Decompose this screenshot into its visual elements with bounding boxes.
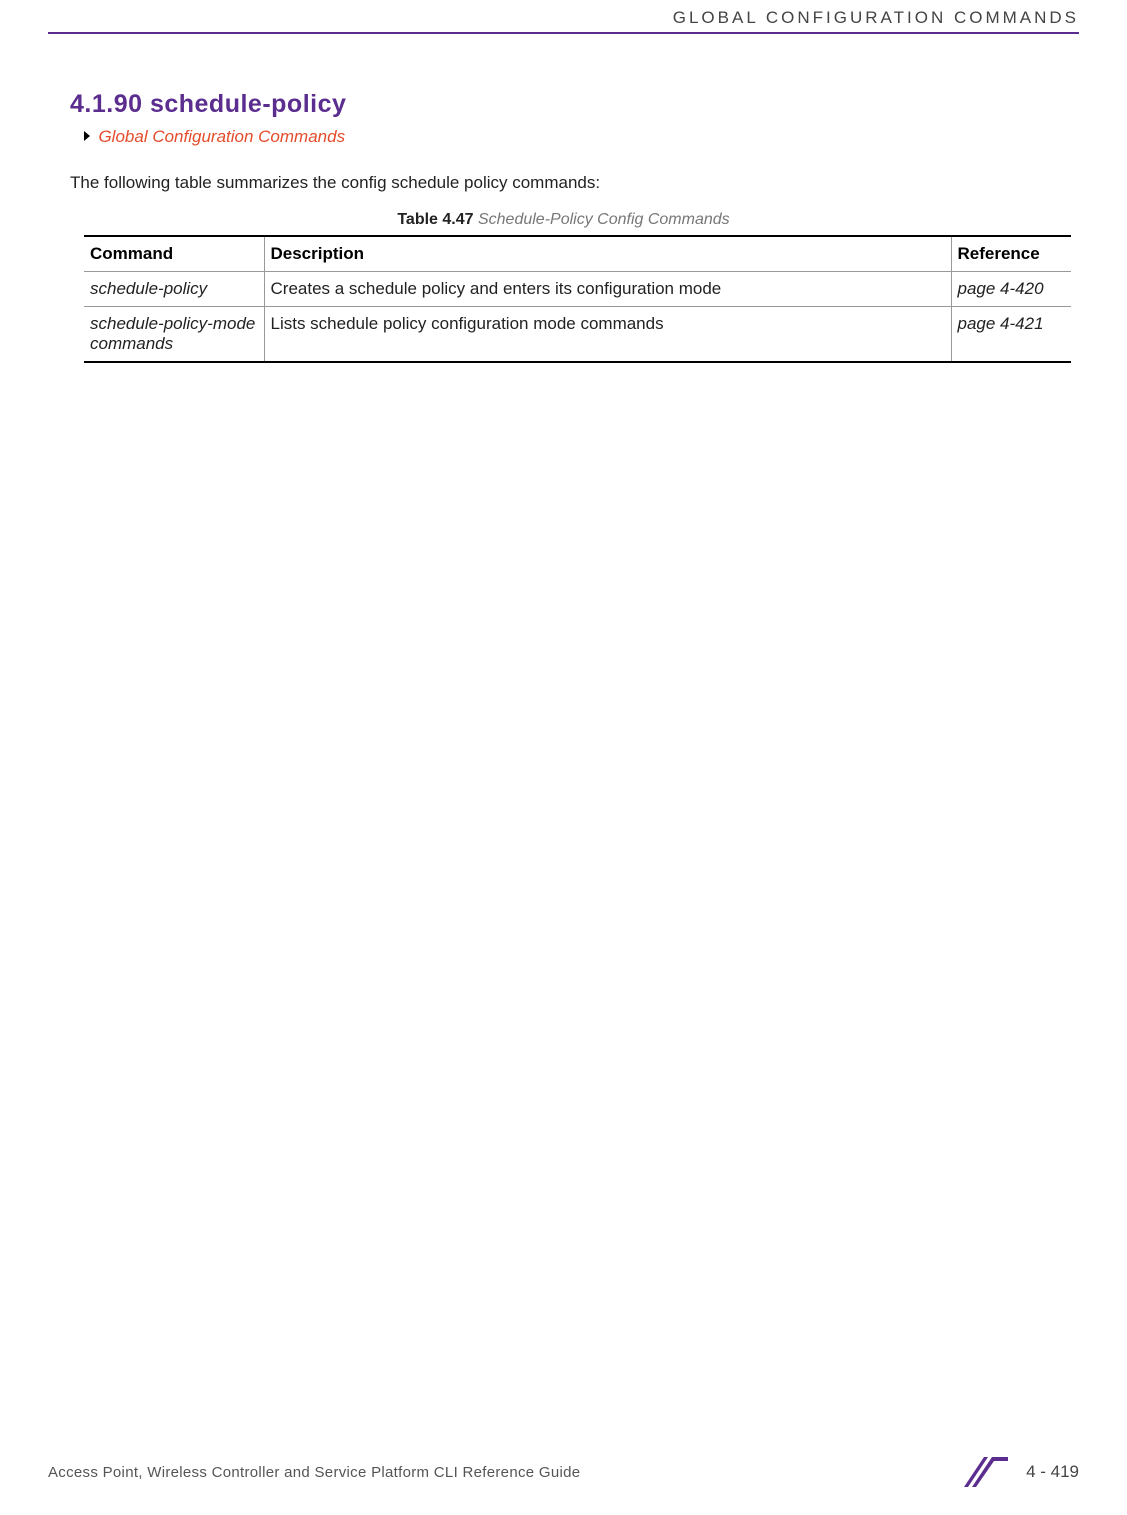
breadcrumb-link[interactable]: Global Configuration Commands	[98, 127, 345, 146]
page-header-category: GLOBAL CONFIGURATION COMMANDS	[0, 0, 1127, 32]
caret-right-icon	[84, 131, 90, 141]
page-number: 4 - 419	[1026, 1462, 1079, 1482]
table-row: schedule-policy Creates a schedule polic…	[84, 272, 1071, 307]
description-cell: Creates a schedule policy and enters its…	[264, 272, 951, 307]
table-row: schedule-policy-mode commands Lists sche…	[84, 307, 1071, 363]
brand-flag-icon	[964, 1457, 1008, 1487]
table-caption-title: Schedule-Policy Config Commands	[478, 211, 730, 228]
page-footer: Access Point, Wireless Controller and Se…	[48, 1457, 1079, 1487]
table-header-row: Command Description Reference	[84, 236, 1071, 272]
reference-cell[interactable]: page 4-420	[951, 272, 1071, 307]
footer-right: 4 - 419	[964, 1457, 1079, 1487]
description-cell: Lists schedule policy configuration mode…	[264, 307, 951, 363]
command-cell[interactable]: schedule-policy	[84, 272, 264, 307]
table-caption: Table 4.47 Schedule-Policy Config Comman…	[70, 211, 1057, 229]
section-heading: 4.1.90 schedule-policy	[70, 90, 1057, 119]
content-area: 4.1.90 schedule-policy Global Configurat…	[0, 34, 1127, 363]
command-cell[interactable]: schedule-policy-mode commands	[84, 307, 264, 363]
commands-table: Command Description Reference schedule-p…	[84, 235, 1071, 363]
intro-paragraph: The following table summarizes the confi…	[70, 173, 1057, 193]
footer-doc-title: Access Point, Wireless Controller and Se…	[48, 1464, 580, 1481]
table-header-command: Command	[84, 236, 264, 272]
table-caption-label: Table 4.47	[397, 211, 473, 228]
table-header-description: Description	[264, 236, 951, 272]
breadcrumb: Global Configuration Commands	[84, 127, 1057, 147]
reference-cell[interactable]: page 4-421	[951, 307, 1071, 363]
table-header-reference: Reference	[951, 236, 1071, 272]
